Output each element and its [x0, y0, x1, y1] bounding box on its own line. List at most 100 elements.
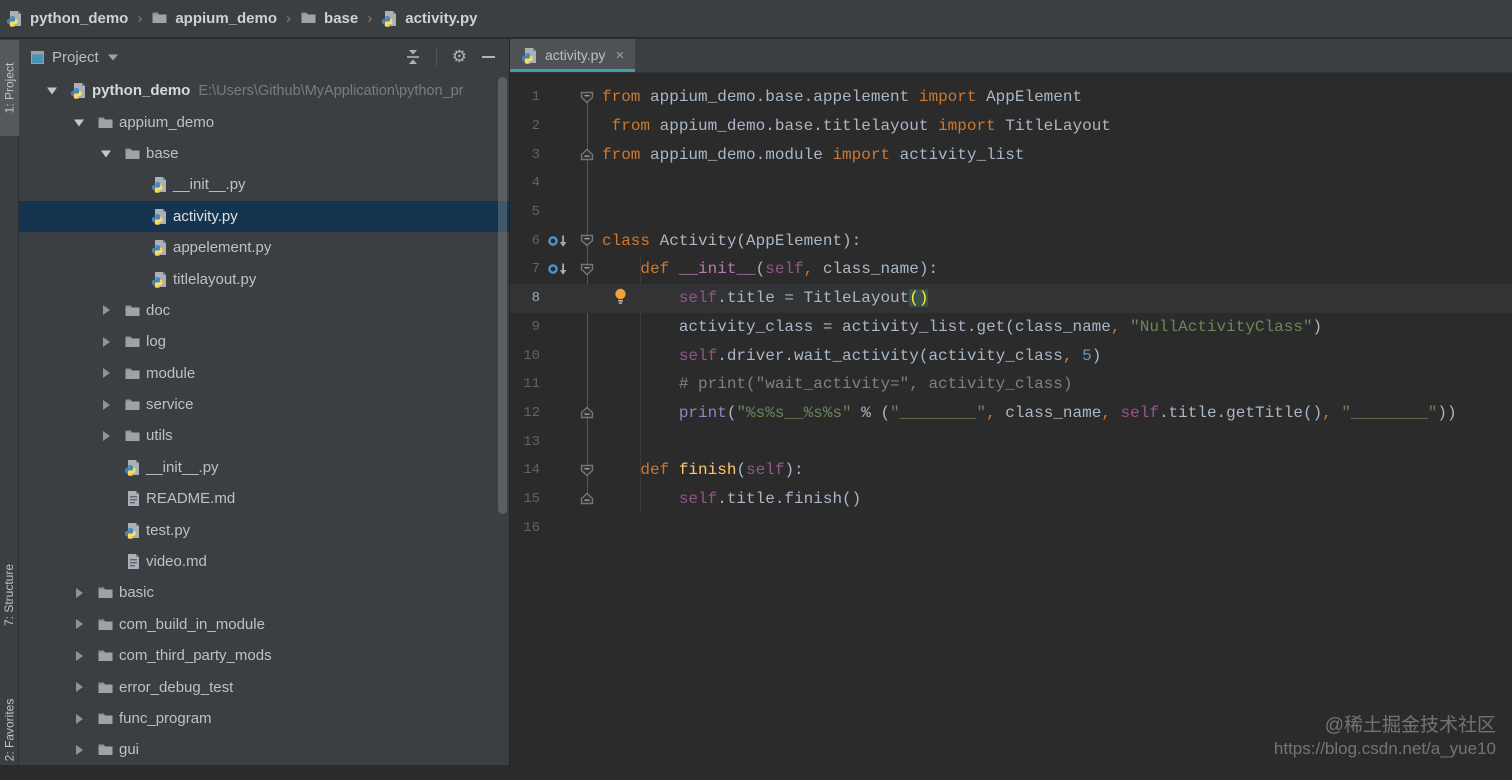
chevron-expanded-icon[interactable]: [93, 148, 119, 159]
chevron-collapsed-icon[interactable]: [93, 336, 119, 348]
tree-item-basic[interactable]: basic: [19, 577, 509, 608]
breadcrumb-item-appium-demo[interactable]: appium_demo: [151, 10, 277, 27]
code-line-14[interactable]: 14 def finish(self):: [510, 456, 1512, 485]
intention-bulb-icon[interactable]: [614, 288, 627, 305]
tree-item-appium-demo[interactable]: appium_demo: [19, 106, 509, 137]
tree-item-label: gui: [119, 741, 140, 759]
fold-marker-icon[interactable]: [574, 492, 600, 505]
tree-item-com-third-party-mods[interactable]: com_third_party_mods: [19, 640, 509, 671]
code-line-2[interactable]: 2 from appium_demo.base.titlelayout impo…: [510, 112, 1512, 141]
tree-item-appelement-py[interactable]: appelement.py: [19, 232, 509, 263]
tree-item-video-md[interactable]: video.md: [19, 546, 509, 577]
tree-item-label: appelement.py: [173, 239, 272, 257]
tree-item-base[interactable]: base: [19, 138, 509, 169]
code-line-6[interactable]: 6 class Activity(AppElement):: [510, 226, 1512, 255]
tool-button-project[interactable]: 1: Project: [0, 40, 19, 136]
tree-item-log[interactable]: log: [19, 326, 509, 357]
breadcrumb-label: python_demo: [30, 10, 129, 27]
tree-item-utils[interactable]: utils: [19, 420, 509, 451]
chevron-collapsed-icon[interactable]: [93, 304, 119, 316]
chevron-collapsed-icon[interactable]: [93, 430, 119, 442]
tool-button-project-label: 1: Project: [2, 62, 17, 114]
fold-marker-icon[interactable]: [574, 406, 600, 419]
code-line-8[interactable]: 8 self.title = TitleLayout(): [510, 283, 1512, 313]
code-line-4[interactable]: 4: [510, 169, 1512, 198]
tool-button-structure[interactable]: 7: Structure: [0, 541, 19, 649]
project-tree-scrollbar[interactable]: [498, 77, 507, 514]
tree-item-gui[interactable]: gui: [19, 734, 509, 765]
tree-item-label: README.md: [146, 490, 236, 508]
collapse-all-icon[interactable]: [405, 49, 421, 65]
tab-activity-py[interactable]: activity.py ×: [510, 39, 636, 72]
tree-item-module[interactable]: module: [19, 358, 509, 389]
chevron-collapsed-icon[interactable]: [66, 650, 92, 662]
chevron-collapsed-icon[interactable]: [66, 713, 92, 725]
line-number: 13: [523, 433, 540, 450]
chevron-collapsed-icon[interactable]: [66, 618, 92, 630]
chevron-expanded-icon[interactable]: [66, 117, 92, 128]
close-icon[interactable]: ×: [615, 48, 624, 63]
chevron-collapsed-icon[interactable]: [93, 367, 119, 379]
toolbar-separator: [435, 48, 437, 66]
project-panel-title[interactable]: Project: [52, 49, 99, 66]
tree-item-label: service: [146, 396, 194, 414]
tree-item-error-debug-test[interactable]: error_debug_test: [19, 671, 509, 702]
tree-item-titlelayout-py[interactable]: titlelayout.py: [19, 263, 509, 294]
text-file-icon: [119, 490, 145, 507]
tree-item--init-py[interactable]: __init__.py: [19, 169, 509, 200]
override-marker-icon[interactable]: [540, 234, 574, 248]
line-number: 6: [531, 232, 540, 249]
code-line-5[interactable]: 5: [510, 198, 1512, 227]
chevron-collapsed-icon[interactable]: [93, 399, 119, 411]
fold-marker-icon[interactable]: [574, 464, 600, 477]
tree-item-readme-md[interactable]: README.md: [19, 483, 509, 514]
fold-marker-icon[interactable]: [574, 91, 600, 104]
python-file-icon: [381, 10, 398, 27]
tree-item-label: video.md: [146, 553, 207, 571]
tree-item-test-py[interactable]: test.py: [19, 514, 509, 545]
breadcrumb-item-activity-py[interactable]: activity.py: [381, 10, 478, 27]
tree-item-python-demo[interactable]: python_demo E:\Users\Github\MyApplication…: [19, 75, 509, 106]
chevron-collapsed-icon[interactable]: [66, 744, 92, 756]
chevron-expanded-icon[interactable]: [39, 85, 65, 96]
chevron-down-icon[interactable]: [107, 54, 118, 61]
code-line-16[interactable]: 16: [510, 513, 1512, 542]
chevron-collapsed-icon[interactable]: [66, 587, 92, 599]
editor-tab-bar: activity.py ×: [510, 39, 1512, 73]
code-line-15[interactable]: 15 self.title.finish(): [510, 485, 1512, 514]
python-file-icon: [146, 208, 172, 225]
hide-panel-icon[interactable]: [482, 56, 495, 58]
breadcrumb-item-base[interactable]: base: [300, 10, 358, 27]
tree-item-com-build-in-module[interactable]: com_build_in_module: [19, 609, 509, 640]
code-line-12[interactable]: 12 print("%s%s__%s%s" % ("________", cla…: [510, 399, 1512, 428]
fold-marker-icon[interactable]: [574, 148, 600, 161]
tree-item--init-py[interactable]: __init__.py: [19, 452, 509, 483]
tool-button-favorites-label: 2: Favorites: [2, 698, 17, 762]
code-line-10[interactable]: 10 self.driver.wait_activity(activity_cl…: [510, 341, 1512, 370]
tool-button-favorites[interactable]: 2: Favorites: [0, 680, 19, 780]
code-line-7[interactable]: 7 def __init__(self, class_name):: [510, 255, 1512, 284]
override-marker-icon[interactable]: [540, 262, 574, 276]
folder-icon: [92, 115, 118, 130]
code-line-13[interactable]: 13: [510, 427, 1512, 456]
code-line-11[interactable]: 11 # print("wait_activity=", activity_cl…: [510, 370, 1512, 399]
gear-icon[interactable]: ⚙: [452, 48, 467, 66]
code-text: from appium_demo.base.appelement import …: [602, 88, 1083, 107]
code-text: class Activity(AppElement):: [602, 231, 862, 250]
chevron-collapsed-icon[interactable]: [66, 681, 92, 693]
code-line-3[interactable]: 3 from appium_demo.module import activity…: [510, 140, 1512, 169]
code-line-9[interactable]: 9 activity_class = activity_list.get(cla…: [510, 313, 1512, 342]
code-editor[interactable]: 1 from appium_demo.base.appelement import…: [510, 73, 1512, 542]
fold-marker-icon[interactable]: [574, 234, 600, 247]
tree-item-activity-py[interactable]: activity.py: [19, 200, 509, 232]
line-number: 8: [531, 290, 540, 307]
folder-icon: [119, 146, 145, 161]
tree-item-label: com_third_party_mods: [119, 647, 272, 665]
code-line-1[interactable]: 1 from appium_demo.base.appelement import…: [510, 83, 1512, 112]
tree-item-label: log: [146, 333, 167, 351]
breadcrumb-item-python-demo[interactable]: python_demo: [6, 10, 128, 27]
tree-item-doc[interactable]: doc: [19, 295, 509, 326]
tree-item-func-program[interactable]: func_program: [19, 703, 509, 734]
fold-marker-icon[interactable]: [574, 263, 600, 276]
tree-item-service[interactable]: service: [19, 389, 509, 420]
